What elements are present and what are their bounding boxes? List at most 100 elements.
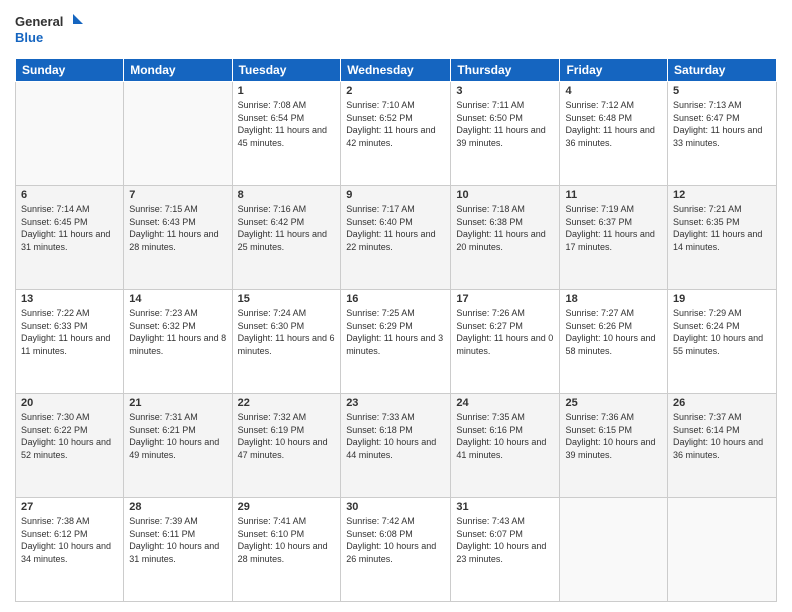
day-info: Sunrise: 7:10 AM Sunset: 6:52 PM Dayligh… [346, 99, 445, 149]
calendar-cell: 22 Sunrise: 7:32 AM Sunset: 6:19 PM Dayli… [232, 394, 341, 498]
calendar-cell: 24Sunrise: 7:35 AM Sunset: 6:16 PM Dayli… [451, 394, 560, 498]
calendar-cell: 12 Sunrise: 7:21 AM Sunset: 6:35 PM Dayli… [668, 186, 777, 290]
day-info: Sunrise: 7:11 AM Sunset: 6:50 PM Dayligh… [456, 99, 554, 149]
weekday-header-cell: Thursday [451, 59, 560, 82]
day-number: 4 [565, 85, 662, 97]
weekday-header-cell: Monday [124, 59, 232, 82]
day-info: Sunrise: 7:24 AM Sunset: 6:30 PM Dayligh… [238, 307, 336, 357]
calendar-cell: 11 Sunrise: 7:19 AM Sunset: 6:37 PM Dayli… [560, 186, 668, 290]
calendar-week-row: 20 Sunrise: 7:30 AM Sunset: 6:22 PM Dayli… [16, 394, 777, 498]
day-info: Sunrise: 7:15 AM Sunset: 6:43 PM Dayligh… [129, 203, 226, 253]
day-number: 7 [129, 189, 226, 201]
day-number: 5 [673, 85, 771, 97]
calendar-cell: 10Sunrise: 7:18 AM Sunset: 6:38 PM Dayli… [451, 186, 560, 290]
day-info: Sunrise: 7:30 AM Sunset: 6:22 PM Dayligh… [21, 411, 118, 461]
day-number: 31 [456, 501, 554, 513]
day-info: Sunrise: 7:35 AM Sunset: 6:16 PM Dayligh… [456, 411, 554, 461]
weekday-header-row: SundayMondayTuesdayWednesdayThursdayFrid… [16, 59, 777, 82]
day-info: Sunrise: 7:25 AM Sunset: 6:29 PM Dayligh… [346, 307, 445, 357]
day-number: 2 [346, 85, 445, 97]
header: General Blue [15, 10, 777, 50]
calendar-cell: 30Sunrise: 7:42 AM Sunset: 6:08 PM Dayli… [341, 498, 451, 602]
calendar-cell: 19Sunrise: 7:29 AM Sunset: 6:24 PM Dayli… [668, 290, 777, 394]
calendar-cell: 27 Sunrise: 7:38 AM Sunset: 6:12 PM Dayli… [16, 498, 124, 602]
calendar-cell: 20 Sunrise: 7:30 AM Sunset: 6:22 PM Dayli… [16, 394, 124, 498]
calendar-cell: 4 Sunrise: 7:12 AM Sunset: 6:48 PM Daylig… [560, 82, 668, 186]
day-number: 22 [238, 397, 336, 409]
day-info: Sunrise: 7:12 AM Sunset: 6:48 PM Dayligh… [565, 99, 662, 149]
calendar-cell: 7 Sunrise: 7:15 AM Sunset: 6:43 PM Daylig… [124, 186, 232, 290]
day-number: 28 [129, 501, 226, 513]
day-number: 29 [238, 501, 336, 513]
day-number: 14 [129, 293, 226, 305]
day-info: Sunrise: 7:14 AM Sunset: 6:45 PM Dayligh… [21, 203, 118, 253]
day-info: Sunrise: 7:18 AM Sunset: 6:38 PM Dayligh… [456, 203, 554, 253]
day-number: 12 [673, 189, 771, 201]
day-number: 11 [565, 189, 662, 201]
weekday-header-cell: Saturday [668, 59, 777, 82]
day-info: Sunrise: 7:43 AM Sunset: 6:07 PM Dayligh… [456, 515, 554, 565]
calendar-cell: 14 Sunrise: 7:23 AM Sunset: 6:32 PM Dayli… [124, 290, 232, 394]
weekday-header-cell: Wednesday [341, 59, 451, 82]
calendar-cell: 23Sunrise: 7:33 AM Sunset: 6:18 PM Dayli… [341, 394, 451, 498]
day-info: Sunrise: 7:27 AM Sunset: 6:26 PM Dayligh… [565, 307, 662, 357]
day-number: 27 [21, 501, 118, 513]
day-info: Sunrise: 7:26 AM Sunset: 6:27 PM Dayligh… [456, 307, 554, 357]
calendar-cell: 9 Sunrise: 7:17 AM Sunset: 6:40 PM Daylig… [341, 186, 451, 290]
day-info: Sunrise: 7:08 AM Sunset: 6:54 PM Dayligh… [238, 99, 336, 149]
calendar-table: SundayMondayTuesdayWednesdayThursdayFrid… [15, 58, 777, 602]
calendar-cell: 26 Sunrise: 7:37 AM Sunset: 6:14 PM Dayli… [668, 394, 777, 498]
calendar-cell: 17 Sunrise: 7:26 AM Sunset: 6:27 PM Dayli… [451, 290, 560, 394]
calendar-week-row: 27 Sunrise: 7:38 AM Sunset: 6:12 PM Dayli… [16, 498, 777, 602]
day-number: 17 [456, 293, 554, 305]
day-number: 9 [346, 189, 445, 201]
day-info: Sunrise: 7:21 AM Sunset: 6:35 PM Dayligh… [673, 203, 771, 253]
calendar-cell: 31 Sunrise: 7:43 AM Sunset: 6:07 PM Dayli… [451, 498, 560, 602]
day-info: Sunrise: 7:36 AM Sunset: 6:15 PM Dayligh… [565, 411, 662, 461]
calendar-cell: 29 Sunrise: 7:41 AM Sunset: 6:10 PM Dayli… [232, 498, 341, 602]
day-info: Sunrise: 7:16 AM Sunset: 6:42 PM Dayligh… [238, 203, 336, 253]
calendar-cell [560, 498, 668, 602]
svg-text:Blue: Blue [15, 30, 43, 45]
weekday-header-cell: Tuesday [232, 59, 341, 82]
day-number: 13 [21, 293, 118, 305]
calendar-week-row: 1Sunrise: 7:08 AM Sunset: 6:54 PM Daylig… [16, 82, 777, 186]
day-number: 23 [346, 397, 445, 409]
calendar-cell: 13 Sunrise: 7:22 AM Sunset: 6:33 PM Dayli… [16, 290, 124, 394]
svg-text:General: General [15, 14, 63, 29]
calendar-cell: 18 Sunrise: 7:27 AM Sunset: 6:26 PM Dayli… [560, 290, 668, 394]
day-number: 26 [673, 397, 771, 409]
day-info: Sunrise: 7:31 AM Sunset: 6:21 PM Dayligh… [129, 411, 226, 461]
weekday-header-cell: Friday [560, 59, 668, 82]
calendar-cell: 25 Sunrise: 7:36 AM Sunset: 6:15 PM Dayli… [560, 394, 668, 498]
calendar-cell [16, 82, 124, 186]
day-info: Sunrise: 7:32 AM Sunset: 6:19 PM Dayligh… [238, 411, 336, 461]
calendar-week-row: 13 Sunrise: 7:22 AM Sunset: 6:33 PM Dayli… [16, 290, 777, 394]
day-number: 6 [21, 189, 118, 201]
day-info: Sunrise: 7:13 AM Sunset: 6:47 PM Dayligh… [673, 99, 771, 149]
day-info: Sunrise: 7:19 AM Sunset: 6:37 PM Dayligh… [565, 203, 662, 253]
day-number: 19 [673, 293, 771, 305]
calendar-cell: 1Sunrise: 7:08 AM Sunset: 6:54 PM Daylig… [232, 82, 341, 186]
day-number: 3 [456, 85, 554, 97]
logo: General Blue [15, 10, 85, 50]
calendar-cell: 2 Sunrise: 7:10 AM Sunset: 6:52 PM Daylig… [341, 82, 451, 186]
day-info: Sunrise: 7:23 AM Sunset: 6:32 PM Dayligh… [129, 307, 226, 357]
day-info: Sunrise: 7:38 AM Sunset: 6:12 PM Dayligh… [21, 515, 118, 565]
day-info: Sunrise: 7:22 AM Sunset: 6:33 PM Dayligh… [21, 307, 118, 357]
day-number: 25 [565, 397, 662, 409]
calendar-cell: 6 Sunrise: 7:14 AM Sunset: 6:45 PM Daylig… [16, 186, 124, 290]
day-number: 21 [129, 397, 226, 409]
calendar-cell [668, 498, 777, 602]
calendar-cell [124, 82, 232, 186]
day-number: 18 [565, 293, 662, 305]
calendar-body: 1Sunrise: 7:08 AM Sunset: 6:54 PM Daylig… [16, 82, 777, 602]
day-number: 15 [238, 293, 336, 305]
calendar-cell: 15 Sunrise: 7:24 AM Sunset: 6:30 PM Dayli… [232, 290, 341, 394]
calendar-cell: 28Sunrise: 7:39 AM Sunset: 6:11 PM Dayli… [124, 498, 232, 602]
day-info: Sunrise: 7:17 AM Sunset: 6:40 PM Dayligh… [346, 203, 445, 253]
day-info: Sunrise: 7:37 AM Sunset: 6:14 PM Dayligh… [673, 411, 771, 461]
day-info: Sunrise: 7:41 AM Sunset: 6:10 PM Dayligh… [238, 515, 336, 565]
page: General Blue SundayMondayTuesdayWednesda… [0, 0, 792, 612]
day-number: 20 [21, 397, 118, 409]
